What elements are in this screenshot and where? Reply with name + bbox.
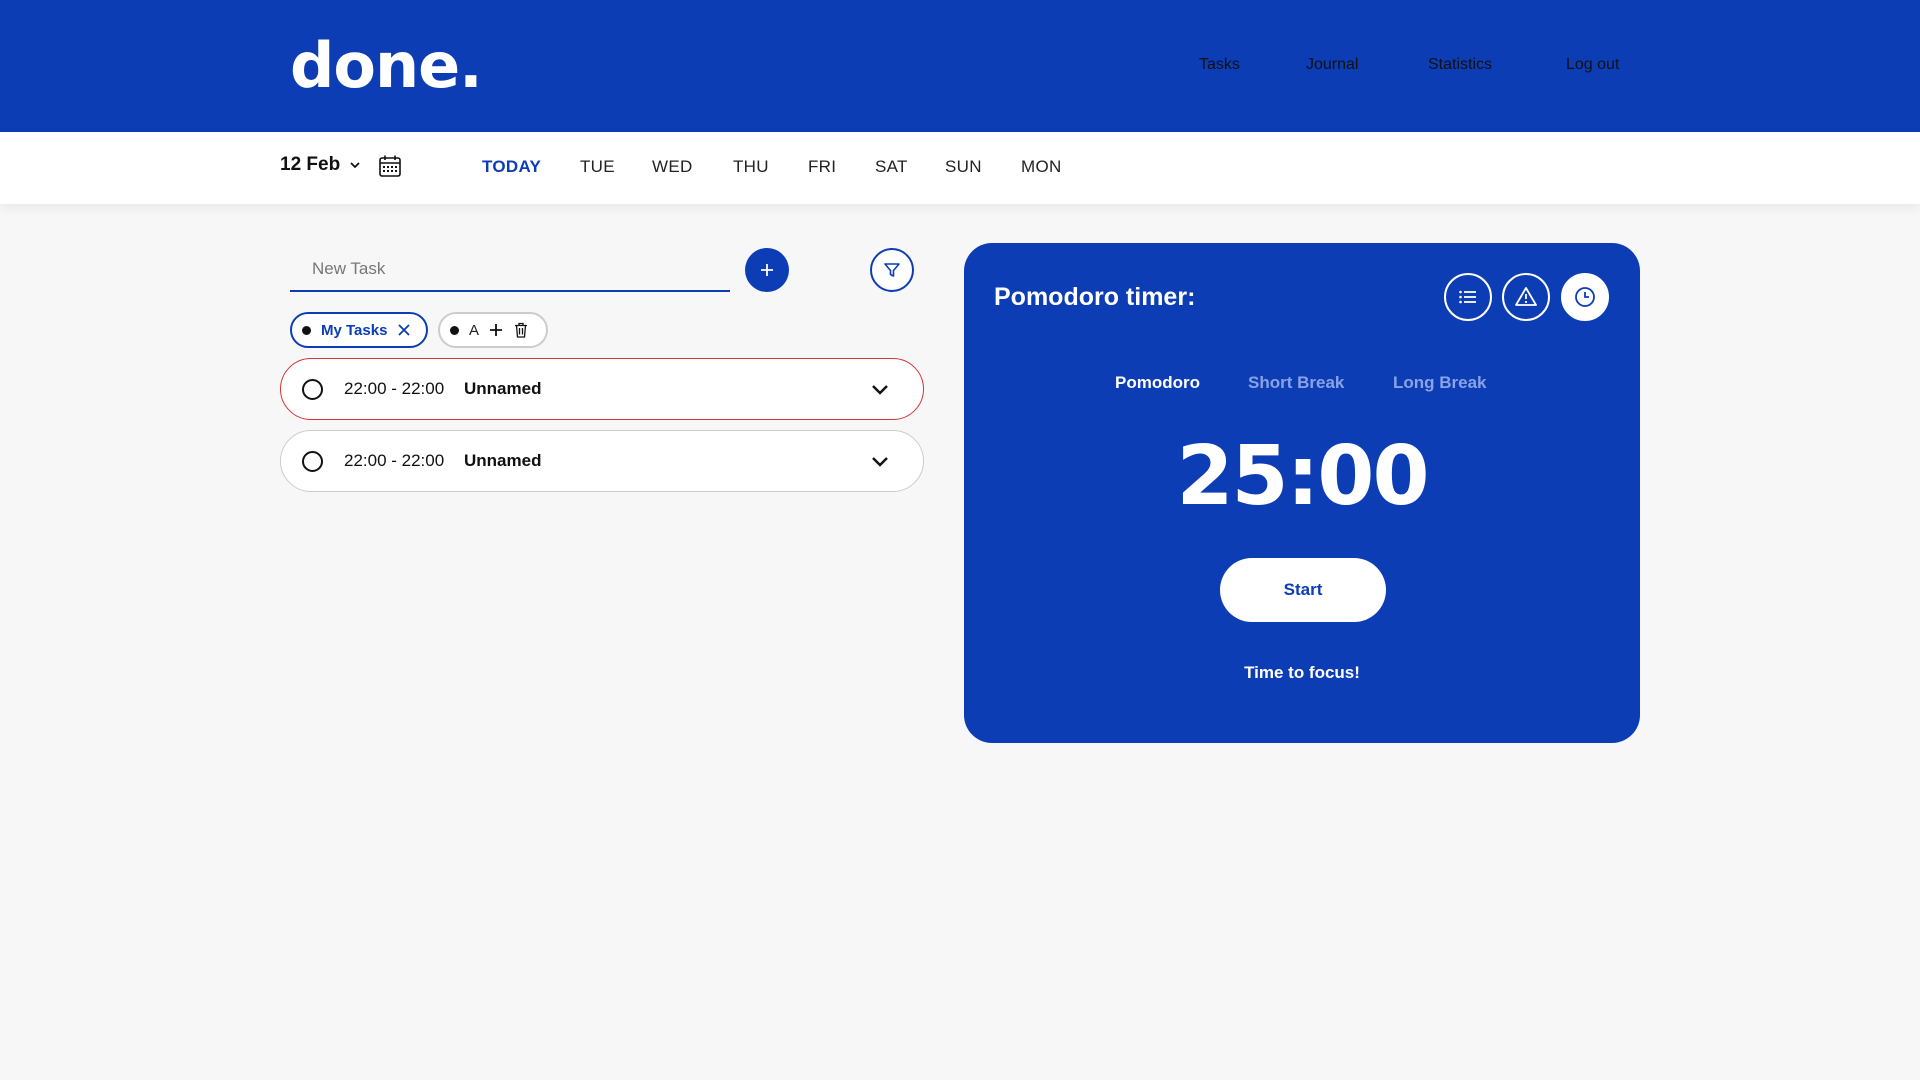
chevron-down-icon[interactable] bbox=[869, 450, 891, 472]
tag-label: A bbox=[469, 321, 480, 339]
nav-logout[interactable]: Log out bbox=[1566, 56, 1619, 74]
pomodoro-title: Pomodoro timer: bbox=[994, 283, 1196, 311]
list-icon[interactable] bbox=[1444, 273, 1492, 321]
task-name: Unnamed bbox=[464, 451, 542, 470]
calendar-icon[interactable] bbox=[378, 154, 402, 178]
task-checkbox[interactable] bbox=[302, 450, 323, 472]
day-tab-today[interactable]: TODAY bbox=[482, 157, 541, 177]
day-tab-fri[interactable]: FRI bbox=[808, 157, 836, 177]
chevron-down-icon bbox=[350, 162, 360, 169]
status-message: Time to focus! bbox=[1244, 663, 1360, 682]
chevron-down-icon[interactable] bbox=[869, 378, 891, 400]
top-navbar: done. Tasks Journal Statistics Log out bbox=[0, 0, 1920, 132]
plus-icon bbox=[761, 264, 773, 276]
date-dropdown[interactable]: 12 Feb bbox=[280, 154, 362, 176]
day-tab-mon[interactable]: MON bbox=[1021, 157, 1062, 177]
app-logo[interactable]: done. bbox=[290, 26, 483, 106]
start-button[interactable]: Start bbox=[1220, 558, 1386, 622]
filter-icon bbox=[884, 263, 900, 277]
current-date: 12 Feb bbox=[280, 154, 341, 175]
task-name: Unnamed bbox=[464, 379, 542, 398]
tag-chip-my-tasks[interactable]: My Tasks bbox=[290, 312, 428, 348]
day-selector-bar: 12 Feb TODAY TUE WED THU FRI SAT SUN MON bbox=[0, 132, 1920, 204]
tag-label: My Tasks bbox=[321, 321, 388, 339]
trash-icon[interactable] bbox=[513, 322, 529, 338]
pomodoro-panel: Pomodoro timer: Pomodoro Short Break Lon… bbox=[964, 243, 1640, 743]
task-time: 22:00 - 22:00 bbox=[344, 379, 445, 398]
close-icon[interactable] bbox=[397, 323, 411, 337]
plus-icon[interactable] bbox=[489, 323, 503, 337]
task-time: 22:00 - 22:00 bbox=[344, 451, 445, 470]
day-tab-tue[interactable]: TUE bbox=[580, 157, 615, 177]
task-row[interactable]: 22:00 - 22:00 Unnamed bbox=[280, 358, 924, 420]
mode-tab-pomodoro[interactable]: Pomodoro bbox=[1115, 373, 1200, 393]
tag-color-dot bbox=[450, 325, 459, 335]
day-tab-wed[interactable]: WED bbox=[652, 157, 693, 177]
new-task-input[interactable] bbox=[290, 248, 730, 292]
nav-journal[interactable]: Journal bbox=[1306, 56, 1358, 74]
task-row[interactable]: 22:00 - 22:00 Unnamed bbox=[280, 430, 924, 492]
timer-display: 25:00 bbox=[1176, 429, 1429, 524]
day-tab-sun[interactable]: SUN bbox=[945, 157, 982, 177]
filter-button[interactable] bbox=[870, 248, 914, 292]
day-tab-sat[interactable]: SAT bbox=[875, 157, 908, 177]
tag-chip-a[interactable]: A bbox=[438, 312, 548, 348]
nav-statistics[interactable]: Statistics bbox=[1428, 56, 1492, 74]
warning-icon[interactable] bbox=[1502, 273, 1550, 321]
mode-tab-long-break[interactable]: Long Break bbox=[1393, 373, 1487, 393]
mode-tab-short-break[interactable]: Short Break bbox=[1248, 373, 1344, 393]
tag-color-dot bbox=[302, 325, 311, 335]
nav-tasks[interactable]: Tasks bbox=[1199, 56, 1240, 74]
add-task-button[interactable] bbox=[745, 248, 789, 292]
task-checkbox[interactable] bbox=[302, 378, 323, 400]
day-tab-thu[interactable]: THU bbox=[733, 157, 769, 177]
clock-icon[interactable] bbox=[1561, 273, 1609, 321]
